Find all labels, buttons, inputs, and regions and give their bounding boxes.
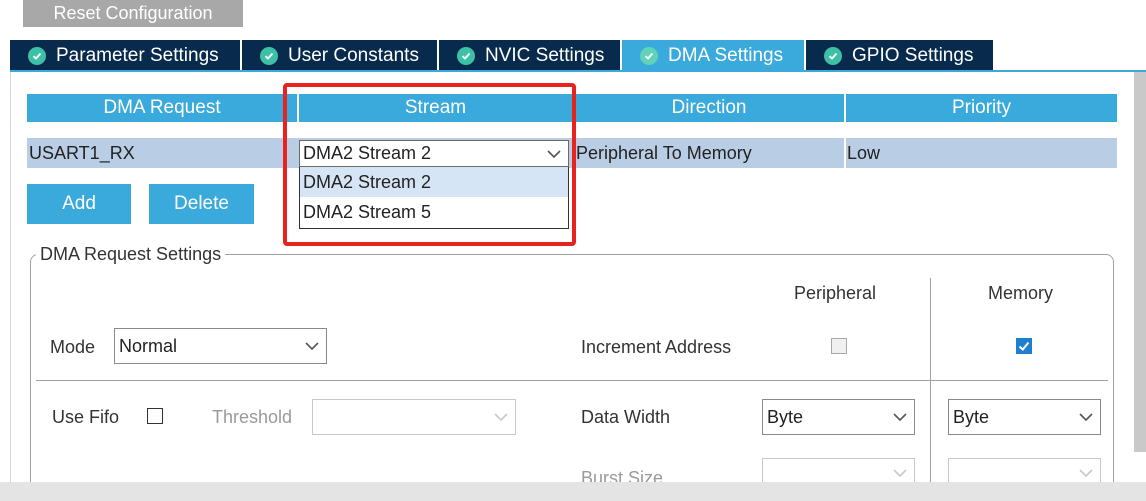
chevron-down-icon bbox=[494, 413, 508, 422]
tab-gpio-settings[interactable]: GPIO Settings bbox=[806, 40, 993, 72]
peripheral-data-width-value: Byte bbox=[767, 406, 804, 427]
tab-nvic-settings[interactable]: NVIC Settings bbox=[439, 40, 622, 72]
memory-data-width-select[interactable]: Byte bbox=[948, 399, 1101, 435]
cell-priority[interactable]: Low bbox=[846, 138, 1117, 168]
tab-label: GPIO Settings bbox=[852, 45, 974, 66]
tab-dma-settings[interactable]: DMA Settings bbox=[622, 40, 806, 72]
chevron-down-icon bbox=[1079, 413, 1093, 422]
check-circle-icon bbox=[457, 47, 475, 65]
peripheral-increment-checkbox[interactable] bbox=[831, 338, 847, 354]
red-highlight-annotation bbox=[283, 83, 576, 246]
column-divider bbox=[930, 278, 931, 494]
tab-user-constants[interactable]: User Constants bbox=[242, 40, 439, 72]
check-circle-icon bbox=[824, 47, 842, 65]
tab-label: DMA Settings bbox=[668, 45, 784, 66]
cell-direction[interactable]: Peripheral To Memory bbox=[574, 138, 844, 168]
tab-label: NVIC Settings bbox=[485, 45, 605, 66]
group-legend: DMA Request Settings bbox=[36, 244, 226, 265]
bottom-strip bbox=[0, 482, 1146, 501]
chevron-down-icon bbox=[1079, 469, 1093, 478]
chevron-down-icon bbox=[893, 413, 907, 422]
peripheral-column-label: Peripheral bbox=[794, 283, 877, 303]
header-direction[interactable]: Direction bbox=[574, 94, 844, 122]
mode-label: Mode bbox=[50, 337, 96, 357]
checkmark-icon bbox=[1018, 341, 1030, 351]
chevron-down-icon bbox=[893, 469, 907, 478]
delete-button[interactable]: Delete bbox=[149, 184, 254, 224]
check-circle-icon bbox=[28, 47, 46, 65]
check-circle-icon bbox=[640, 47, 658, 65]
chevron-down-icon bbox=[305, 342, 319, 351]
memory-data-width-value: Byte bbox=[953, 406, 990, 427]
data-width-label: Data Width bbox=[581, 407, 671, 427]
threshold-label: Threshold bbox=[212, 407, 293, 427]
use-fifo-checkbox[interactable] bbox=[147, 408, 163, 424]
header-priority[interactable]: Priority bbox=[846, 94, 1117, 122]
reset-configuration-button[interactable]: Reset Configuration bbox=[23, 0, 243, 27]
cell-dma-request[interactable]: USART1_RX bbox=[27, 138, 297, 168]
tab-parameter-settings[interactable]: Parameter Settings bbox=[10, 40, 242, 72]
vertical-scrollbar[interactable] bbox=[1134, 72, 1146, 452]
header-dma-request[interactable]: DMA Request bbox=[27, 94, 297, 122]
increment-address-label: Increment Address bbox=[581, 337, 732, 357]
memory-increment-checkbox[interactable] bbox=[1016, 338, 1032, 354]
check-circle-icon bbox=[260, 47, 278, 65]
use-fifo-label: Use Fifo bbox=[52, 407, 120, 427]
mode-select[interactable]: Normal bbox=[114, 328, 327, 364]
tab-label: Parameter Settings bbox=[56, 45, 219, 66]
peripheral-data-width-select[interactable]: Byte bbox=[762, 399, 915, 435]
mode-select-value: Normal bbox=[119, 335, 178, 356]
threshold-select[interactable] bbox=[312, 399, 516, 435]
tab-label: User Constants bbox=[288, 45, 419, 66]
add-button[interactable]: Add bbox=[27, 184, 131, 224]
row-divider bbox=[36, 380, 1108, 381]
memory-column-label: Memory bbox=[988, 283, 1054, 303]
